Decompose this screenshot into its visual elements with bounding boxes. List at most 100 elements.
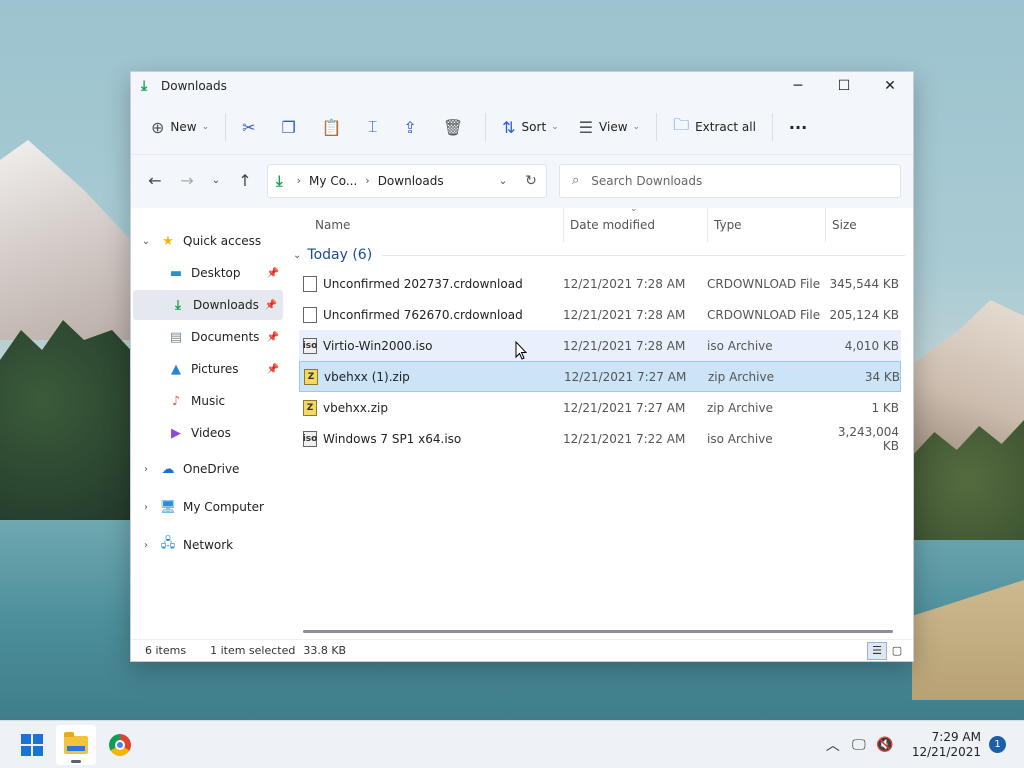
rename-icon: ⌶ (367, 117, 378, 136)
title-bar[interactable]: ⤓ Downloads ─ ☐ ✕ (131, 72, 913, 100)
chevron-up-icon: ︿ (825, 737, 840, 754)
more-options-button[interactable]: ··· (779, 111, 817, 143)
sidebar-item-music[interactable]: ♪ Music (131, 386, 285, 416)
close-button[interactable]: ✕ (867, 72, 913, 100)
pin-icon[interactable]: 📌 (267, 332, 279, 343)
file-name: Unconfirmed 202737.crdownload (323, 276, 523, 291)
table-row[interactable]: Zvbehxx (1).zip 12/21/2021 7:27 AM zip A… (299, 361, 901, 392)
start-button[interactable] (12, 725, 52, 765)
file-name: Virtio-Win2000.iso (323, 338, 433, 353)
column-header-type[interactable]: Type (707, 208, 825, 242)
music-icon: ♪ (171, 393, 181, 409)
desktop-icon: ▬ (169, 265, 183, 281)
wallpaper-trees (0, 320, 140, 520)
pin-icon[interactable]: 📌 (267, 364, 279, 375)
extract-icon: 🗀 (673, 114, 690, 134)
sort-button[interactable]: ⇅ Sort ⌄ (492, 111, 569, 143)
toolbar-divider (485, 113, 487, 141)
sidebar-item-network[interactable]: › 🖧 Network (131, 530, 285, 560)
table-row[interactable]: iso Virtio-Win2000.iso 12/21/2021 7:28 AM… (299, 330, 901, 361)
maximize-button[interactable]: ☐ (821, 72, 867, 100)
copy-button[interactable]: ❐ (272, 111, 312, 143)
table-row[interactable]: iso Windows 7 SP1 x64.iso 12/21/2021 7:22… (299, 423, 901, 454)
group-header-today[interactable]: ⌄ Today (6) (285, 242, 913, 268)
extract-all-button[interactable]: 🗀 Extract all (663, 111, 766, 143)
status-bar: 6 items 1 item selected 33.8 KB ☰ ▢ (131, 639, 913, 661)
recent-locations-button[interactable]: ⌄ (203, 167, 229, 195)
mouse-cursor-icon (515, 341, 527, 360)
taskbar-file-explorer[interactable] (56, 724, 96, 765)
back-button[interactable]: ← (139, 167, 171, 195)
chevron-down-icon[interactable]: ⌄ (139, 236, 153, 247)
file-date: 12/21/2021 7:27 AM (564, 369, 687, 384)
sidebar-item-my-computer[interactable]: › 🖥 My Computer (131, 492, 285, 522)
network-icon: 🖧 (160, 536, 176, 551)
paste-button[interactable]: 📋 (312, 111, 358, 143)
sidebar-item-documents[interactable]: ▤ Documents 📌 (131, 322, 285, 352)
forward-button[interactable]: → (171, 167, 203, 195)
details-view-button[interactable]: ☰ (867, 641, 887, 660)
pin-icon[interactable]: 📌 (267, 268, 279, 279)
show-hidden-icons-button[interactable]: ︿ (820, 732, 846, 758)
horizontal-scrollbar[interactable] (303, 630, 893, 633)
sidebar-item-videos[interactable]: ▶ Videos (131, 418, 285, 448)
taskbar-chrome[interactable] (100, 725, 140, 765)
system-tray: ︿ 🖵 🔇 7:29 AM 12/21/2021 1 (820, 730, 1024, 760)
file-size: 3,243,004 KB (837, 424, 899, 453)
file-icon (303, 306, 317, 323)
file-size: 4,010 KB (844, 338, 899, 353)
taskbar: ︿ 🖵 🔇 7:29 AM 12/21/2021 1 (0, 720, 1024, 768)
table-row[interactable]: Unconfirmed 202737.crdownload 12/21/2021… (299, 268, 901, 299)
delete-button[interactable]: 🗑 (433, 111, 479, 143)
speaker-muted-icon: 🔇 (876, 736, 894, 753)
file-type: iso Archive (707, 431, 773, 446)
search-icon: ⌕ (572, 173, 580, 188)
command-bar: ⊕ New ⌄ ✂ ❐ 📋 ⌶ ⇪ 🗑 ⇅ Sort ⌄ ☰ View ⌄ 🗀 … (131, 100, 913, 154)
rename-button[interactable]: ⌶ (358, 111, 394, 143)
column-headers: Name ⌄ Date modified Type Size (285, 204, 913, 242)
chevron-right-icon[interactable]: › (139, 502, 153, 513)
share-button[interactable]: ⇪ (393, 111, 432, 143)
sidebar-item-downloads[interactable]: ⤓ Downloads 📌 (133, 290, 283, 320)
sidebar-item-pictures[interactable]: ▲ Pictures 📌 (131, 354, 285, 384)
volume-button[interactable]: 🔇 (872, 732, 898, 758)
refresh-icon[interactable]: ↻ (516, 173, 546, 189)
column-header-size[interactable]: Size (825, 208, 905, 242)
clock[interactable]: 7:29 AM 12/21/2021 (912, 730, 981, 760)
breadcrumb-my-computer[interactable]: My Co... (309, 174, 357, 188)
explorer-body: ⌄ ★ Quick access ▬ Desktop 📌 ⤓ Downloads… (131, 204, 913, 639)
notification-badge[interactable]: 1 (989, 736, 1006, 753)
breadcrumb-downloads[interactable]: Downloads (378, 174, 444, 188)
search-input[interactable]: ⌕ Search Downloads (559, 163, 901, 198)
sidebar-item-label: Downloads (193, 298, 259, 312)
up-button[interactable]: ↑ (229, 167, 261, 195)
table-row[interactable]: Zvbehxx.zip 12/21/2021 7:27 AM zip Archi… (299, 392, 901, 423)
chevron-right-icon[interactable]: › (139, 464, 153, 475)
column-header-date[interactable]: ⌄ Date modified (563, 204, 707, 242)
view-button[interactable]: ☰ View ⌄ (569, 111, 650, 143)
pin-icon[interactable]: 📌 (265, 300, 277, 311)
sidebar-item-onedrive[interactable]: › ☁ OneDrive (131, 454, 285, 484)
sidebar-item-quick-access[interactable]: ⌄ ★ Quick access (131, 226, 285, 256)
sidebar-item-label: Videos (191, 426, 231, 440)
sidebar-item-desktop[interactable]: ▬ Desktop 📌 (131, 258, 285, 288)
videos-icon: ▶ (171, 425, 181, 441)
minimize-button[interactable]: ─ (775, 72, 821, 100)
table-row[interactable]: Unconfirmed 762670.crdownload 12/21/2021… (299, 299, 901, 330)
new-button[interactable]: ⊕ New ⌄ (141, 111, 219, 143)
scissors-icon: ✂ (242, 117, 256, 137)
view-toggles: ☰ ▢ (867, 641, 907, 660)
tiles-view-button[interactable]: ▢ (887, 642, 907, 660)
chevron-right-icon[interactable]: › (365, 174, 369, 187)
sort-icon: ⇅ (502, 117, 516, 137)
address-history-button[interactable]: ⌄ (490, 174, 516, 187)
navigation-pane: ⌄ ★ Quick access ▬ Desktop 📌 ⤓ Downloads… (131, 208, 285, 639)
zip-file-icon: Z (304, 368, 318, 385)
address-bar[interactable]: ⤓ › My Co... › Downloads ⌄ ↻ (267, 163, 547, 198)
more-icon: ··· (788, 117, 808, 137)
network-status-button[interactable]: 🖵 (846, 732, 872, 758)
chevron-right-icon[interactable]: › (139, 540, 153, 551)
chevron-down-icon: ⌄ (201, 122, 210, 132)
column-header-name[interactable]: Name (315, 208, 563, 242)
cut-button[interactable]: ✂ (232, 111, 271, 143)
